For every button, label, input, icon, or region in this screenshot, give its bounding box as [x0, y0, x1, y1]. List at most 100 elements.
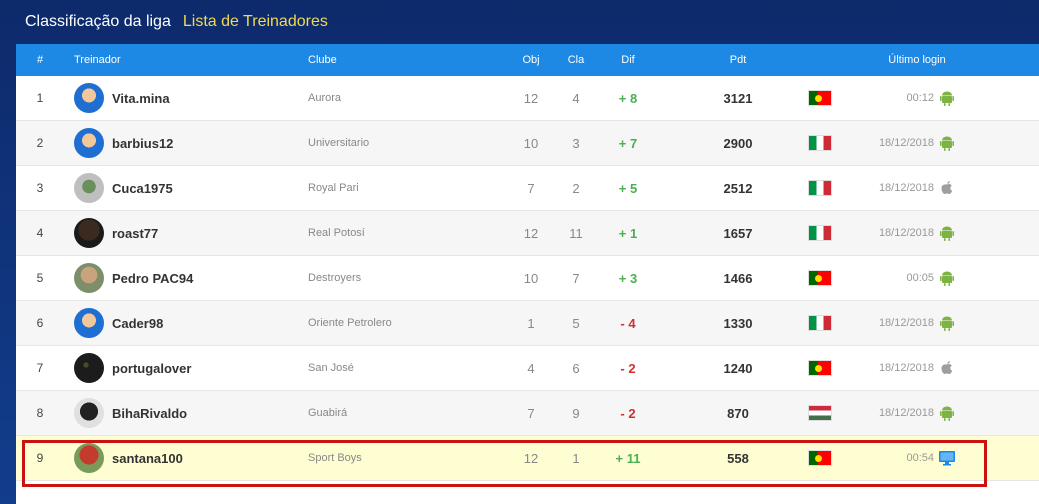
club-name[interactable]: Royal Pari: [308, 166, 359, 210]
rank: 5: [36, 271, 44, 285]
tab-trainer-list[interactable]: Lista de Treinadores: [183, 13, 328, 31]
trainer-name[interactable]: Pedro PAC94: [112, 256, 193, 300]
obj-value: 10: [523, 135, 539, 151]
cla-value: 7: [572, 270, 580, 286]
cla-value: 9: [572, 405, 580, 421]
last-login: 18/12/2018: [878, 362, 934, 374]
header-obj: Obj: [522, 54, 540, 66]
header-rank: #: [36, 54, 44, 66]
android-icon: [938, 211, 956, 255]
table-row[interactable]: 6 Cader98 Oriente Petrolero 1 5 - 4 1330…: [16, 301, 1039, 346]
trainer-name[interactable]: portugalover: [112, 346, 191, 390]
club-name[interactable]: Sport Boys: [308, 436, 362, 480]
last-login: 00:05: [906, 272, 934, 284]
avatar[interactable]: [74, 76, 104, 120]
last-login: 18/12/2018: [878, 317, 934, 329]
club-name[interactable]: Real Potosí: [308, 211, 365, 255]
dif-value: + 11: [615, 450, 641, 466]
points-value: 1657: [723, 225, 753, 241]
club-name[interactable]: Guabirá: [308, 391, 347, 435]
points-value: 2512: [723, 180, 753, 196]
avatar[interactable]: [74, 256, 104, 300]
dif-value: + 5: [618, 180, 638, 196]
avatar[interactable]: [74, 436, 104, 480]
obj-value: 7: [527, 405, 535, 421]
table-row[interactable]: 2 barbius12 Universitario 10 3 + 7 2900 …: [16, 121, 1039, 166]
header-pdt: Pdt: [729, 54, 747, 66]
dif-value: - 4: [620, 315, 636, 331]
points-value: 558: [727, 450, 749, 466]
avatar[interactable]: [74, 346, 104, 390]
table-row[interactable]: 3 Cuca1975 Royal Pari 7 2 + 5 2512 18/12…: [16, 166, 1039, 211]
club-name[interactable]: Aurora: [308, 76, 341, 120]
cla-value: 3: [572, 135, 580, 151]
header-cla: Cla: [567, 54, 585, 66]
android-icon: [938, 301, 956, 345]
last-login: 00:12: [906, 92, 934, 104]
table-row[interactable]: 1 Vita.mina Aurora 12 4 + 8 3121 00:12: [16, 76, 1039, 121]
cla-value: 2: [572, 180, 580, 196]
avatar[interactable]: [74, 121, 104, 165]
trainer-name[interactable]: BihaRivaldo: [112, 391, 187, 435]
header-last-login: Último login: [888, 54, 946, 66]
points-value: 1240: [723, 360, 753, 376]
last-login: 18/12/2018: [878, 407, 934, 419]
points-value: 1466: [723, 270, 753, 286]
cla-value: 6: [572, 360, 580, 376]
top-navigation: Classificação da liga Lista de Treinador…: [0, 0, 1039, 44]
last-login: 18/12/2018: [878, 137, 934, 149]
table-header: # Treinador Clube Obj Cla Dif Pdt Último…: [16, 44, 1039, 76]
table-row[interactable]: 8 BihaRivaldo Guabirá 7 9 - 2 870 18/12/…: [16, 391, 1039, 436]
rank: 4: [36, 226, 44, 240]
rank: 6: [36, 316, 44, 330]
cla-value: 5: [572, 315, 580, 331]
avatar[interactable]: [74, 391, 104, 435]
android-icon: [938, 256, 956, 300]
header-trainer: Treinador: [74, 54, 121, 66]
trainer-name[interactable]: barbius12: [112, 121, 173, 165]
android-icon: [938, 391, 956, 435]
rank: 1: [36, 91, 44, 105]
last-login: 18/12/2018: [878, 227, 934, 239]
avatar[interactable]: [74, 301, 104, 345]
trainer-name[interactable]: Cuca1975: [112, 166, 173, 210]
cla-value: 11: [569, 225, 583, 241]
points-value: 870: [727, 405, 749, 421]
table-row-current-user[interactable]: 9 santana100 Sport Boys 12 1 + 11 558 00…: [16, 436, 1039, 481]
dif-value: + 3: [618, 270, 638, 286]
club-name[interactable]: Oriente Petrolero: [308, 301, 392, 345]
dif-value: + 7: [618, 135, 638, 151]
dif-value: + 1: [618, 225, 638, 241]
club-name[interactable]: San José: [308, 346, 354, 390]
trainer-name[interactable]: Cader98: [112, 301, 163, 345]
rank: 9: [36, 451, 44, 465]
trainer-name[interactable]: santana100: [112, 436, 183, 480]
points-value: 3121: [723, 90, 753, 106]
header-club: Clube: [308, 54, 337, 66]
cla-value: 4: [572, 90, 580, 106]
avatar[interactable]: [74, 166, 104, 210]
header-dif: Dif: [621, 54, 635, 66]
trainer-name[interactable]: roast77: [112, 211, 158, 255]
desktop-icon: [938, 436, 956, 480]
apple-icon: [938, 166, 956, 210]
last-login: 18/12/2018: [878, 182, 934, 194]
android-icon: [938, 121, 956, 165]
rank: 7: [36, 361, 44, 375]
trainer-name[interactable]: Vita.mina: [112, 76, 170, 120]
apple-icon: [938, 346, 956, 390]
points-value: 2900: [723, 135, 753, 151]
cla-value: 1: [572, 450, 580, 466]
dif-value: + 8: [618, 90, 638, 106]
avatar[interactable]: [74, 211, 104, 255]
table-row[interactable]: 5 Pedro PAC94 Destroyers 10 7 + 3 1466 0…: [16, 256, 1039, 301]
standings-table: # Treinador Clube Obj Cla Dif Pdt Último…: [16, 44, 1039, 504]
tab-league-standings[interactable]: Classificação da liga: [25, 13, 171, 31]
club-name[interactable]: Destroyers: [308, 256, 361, 300]
rank: 8: [36, 406, 44, 420]
club-name[interactable]: Universitario: [308, 121, 369, 165]
obj-value: 12: [523, 450, 539, 466]
table-row[interactable]: 4 roast77 Real Potosí 12 11 + 1 1657 18/…: [16, 211, 1039, 256]
points-value: 1330: [723, 315, 753, 331]
table-row[interactable]: 7 portugalover San José 4 6 - 2 1240 18/…: [16, 346, 1039, 391]
